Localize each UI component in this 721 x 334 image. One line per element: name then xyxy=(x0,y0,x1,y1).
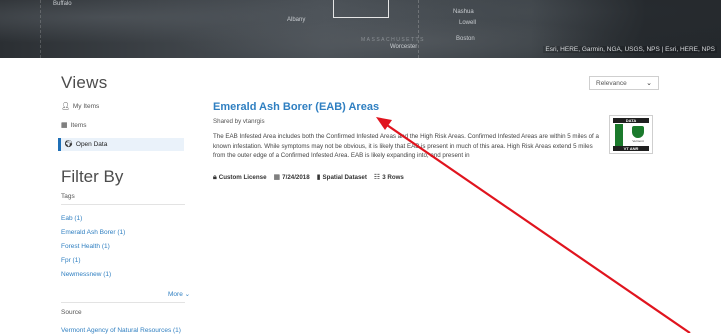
tag-filter-forest-health[interactable]: Forest Health (1) xyxy=(61,243,110,250)
meta-license: 🔒︎ Custom License xyxy=(213,174,267,181)
sidebar-item-items[interactable]: ▦ Items xyxy=(61,122,87,129)
chevron-down-icon: ⌄ xyxy=(184,291,191,298)
source-divider xyxy=(61,302,185,303)
file-icon: ▮ xyxy=(316,174,321,181)
result-shared-by: Shared by vtanrgis xyxy=(213,118,265,125)
map-state-line-2 xyxy=(418,0,420,58)
tag-filter-emerald-ash-borer[interactable]: Emerald Ash Borer (1) xyxy=(61,229,125,236)
map-label-albany: Albany xyxy=(287,17,306,23)
map-state-line xyxy=(0,0,41,58)
map-label-nashua: Nashua xyxy=(453,9,474,15)
meta-type: ▮ Spatial Dataset xyxy=(317,174,367,181)
result-thumbnail[interactable]: DATA Vermont VT ANR xyxy=(609,115,653,154)
map-label-massachusetts: MASSACHUSETTS xyxy=(361,37,425,43)
more-tags-button[interactable]: More ⌄ xyxy=(168,290,190,298)
map-attribution[interactable]: Esri, HERE, Garmin, NGA, USGS, NPS | Esr… xyxy=(543,46,717,53)
tags-heading: Tags xyxy=(61,193,75,200)
filter-title: Filter By xyxy=(61,167,124,186)
sidebar-item-label: My Items xyxy=(72,103,100,110)
calendar-icon: ▦ xyxy=(273,174,281,181)
map-label-boston: Boston xyxy=(456,36,475,42)
meta-date: ▦ 7/24/2018 xyxy=(274,174,310,181)
person-icon: 👤︎ xyxy=(61,103,70,110)
result-title-link[interactable]: Emerald Ash Borer (EAB) Areas xyxy=(213,101,379,113)
license-label: Custom License xyxy=(218,174,267,181)
chevron-down-icon: ⌄ xyxy=(646,80,652,87)
result-description: The EAB Infested Area includes both the … xyxy=(213,133,599,160)
sidebar-item-label: Open Data xyxy=(75,141,108,148)
thumb-top-bar: DATA xyxy=(613,118,649,123)
views-title: Views xyxy=(61,73,108,92)
tags-divider xyxy=(61,204,185,205)
logo-text: Vermont xyxy=(632,139,644,143)
sort-selected-label: Relevance xyxy=(596,79,627,87)
meta-rows: ☷ 3 Rows xyxy=(374,174,404,181)
arrow-head xyxy=(376,117,392,130)
map-label-buffalo: Buffalo xyxy=(53,1,72,7)
more-label: More xyxy=(168,291,183,298)
sidebar-item-label: Items xyxy=(70,122,87,129)
sidebar-item-my-items[interactable]: 👤︎ My Items xyxy=(61,103,99,110)
map-label-worcester: Worcester xyxy=(390,44,418,50)
agency-logo-icon: Vermont xyxy=(628,126,648,144)
map-banner[interactable]: Buffalo Albany Nashua Lowell MASSACHUSET… xyxy=(0,0,721,58)
date-label: 7/24/2018 xyxy=(282,174,310,181)
result-meta: 🔒︎ Custom License ▦ 7/24/2018 ▮ Spatial … xyxy=(213,174,404,181)
globe-icon: 🌍︎ xyxy=(64,141,73,148)
map-label-lowell: Lowell xyxy=(459,20,477,26)
rows-label: 3 Rows xyxy=(382,174,404,181)
sort-dropdown[interactable]: Relevance ⌄ xyxy=(589,76,659,90)
shield-icon xyxy=(632,126,644,138)
type-label: Spatial Dataset xyxy=(322,174,367,181)
building-icon: ▦ xyxy=(61,122,68,129)
table-icon: ☷ xyxy=(373,174,381,181)
tag-filter-fpr[interactable]: Fpr (1) xyxy=(61,257,81,264)
thumb-bottom-bar: VT ANR xyxy=(613,146,649,151)
map-extent-box xyxy=(333,0,389,18)
sidebar-item-open-data[interactable]: 🌍︎ Open Data xyxy=(58,138,184,151)
vermont-map-icon xyxy=(615,124,623,147)
tag-filter-eab[interactable]: Eab (1) xyxy=(61,215,82,222)
tag-filter-newmessnew[interactable]: Newmessnew (1) xyxy=(61,271,111,278)
source-heading: Source xyxy=(61,309,82,316)
lock-icon: 🔒︎ xyxy=(213,174,217,181)
